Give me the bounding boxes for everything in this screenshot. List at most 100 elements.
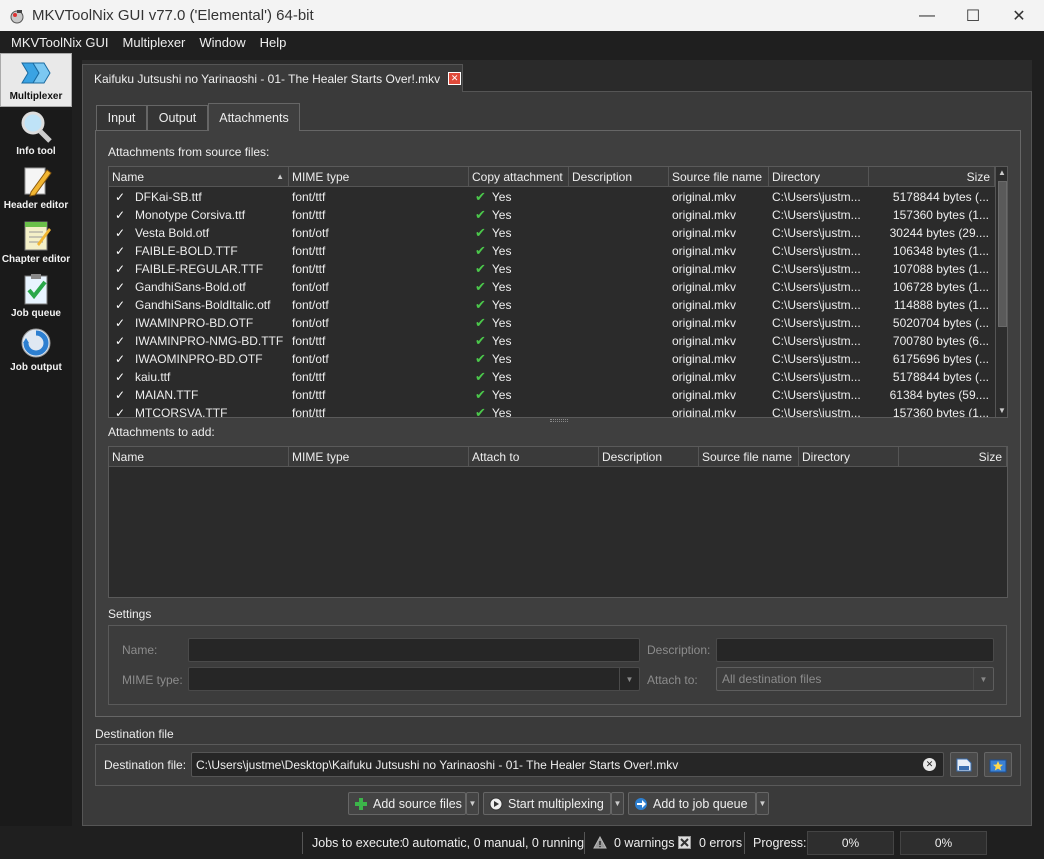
col-header-description[interactable]: Description: [599, 447, 699, 467]
col-header-name[interactable]: Name: [109, 447, 289, 467]
col-header-source[interactable]: Source file name: [669, 167, 769, 187]
previous-destinations-button[interactable]: [984, 752, 1012, 777]
cell-text: original.mkv: [672, 352, 737, 366]
row-checkbox[interactable]: ✓: [115, 350, 128, 368]
clear-icon[interactable]: ✕: [923, 758, 936, 771]
start-dropdown[interactable]: ▼: [611, 792, 624, 815]
row-checkbox[interactable]: ✓: [115, 296, 128, 314]
row-checkbox[interactable]: ✓: [115, 314, 128, 332]
add-source-dropdown[interactable]: ▼: [466, 792, 479, 815]
cell-name: ✓ IWAMINPRO-NMG-BD.TTF: [109, 332, 289, 350]
col-header-copy[interactable]: Copy attachment: [469, 167, 569, 187]
start-multiplexing-button[interactable]: Start multiplexing: [483, 792, 611, 815]
row-checkbox[interactable]: ✓: [115, 260, 128, 278]
row-checkbox[interactable]: ✓: [115, 368, 128, 386]
cell-size: 106348 bytes (1...: [869, 242, 995, 260]
destination-file-input[interactable]: C:\Users\justme\Desktop\Kaifuku Jutsushi…: [191, 752, 944, 777]
vertical-scrollbar[interactable]: ▲ ▼: [995, 167, 1007, 417]
row-checkbox[interactable]: ✓: [115, 188, 128, 206]
row-checkbox[interactable]: ✓: [115, 386, 128, 404]
scroll-down-icon[interactable]: ▼: [996, 405, 1007, 417]
table-row[interactable]: ✓ GandhiSans-BoldItalic.otf font/otf ✔ Yes or…: [109, 296, 995, 314]
col-header-description[interactable]: Description: [569, 167, 669, 187]
errors-count[interactable]: 0 errors: [699, 836, 742, 850]
maximize-icon: ☐: [965, 7, 981, 25]
add-source-files-button[interactable]: Add source files: [348, 792, 466, 815]
sidebar-item-info-tool[interactable]: Info tool: [0, 107, 72, 161]
table-row[interactable]: ✓ MTCORSVA.TTF font/ttf ✔ Yes original.mkv C:\…: [109, 404, 995, 418]
col-header-source[interactable]: Source file name: [699, 447, 799, 467]
row-checkbox[interactable]: ✓: [115, 404, 128, 417]
add-attachments-table[interactable]: Name MIME type Attach to Description Sou…: [108, 446, 1008, 598]
table-row[interactable]: ✓ GandhiSans-Bold.otf font/otf ✔ Yes original…: [109, 278, 995, 296]
col-header-directory[interactable]: Directory: [769, 167, 869, 187]
sidebar-label: Job output: [10, 362, 62, 373]
cell-text: IWAOMINPRO-BD.OTF: [135, 352, 263, 366]
col-header-size[interactable]: Size: [899, 447, 1007, 467]
close-tab-icon[interactable]: ✕: [448, 72, 462, 85]
cell-source: original.mkv: [669, 206, 769, 224]
col-header-mime[interactable]: MIME type: [289, 447, 469, 467]
add-to-job-queue-button[interactable]: Add to job queue: [628, 792, 756, 815]
menu-window[interactable]: Window: [192, 35, 252, 50]
sidebar-item-multiplexer[interactable]: Multiplexer: [0, 53, 72, 107]
menu-multiplexer[interactable]: Multiplexer: [116, 35, 193, 50]
cell-text: original.mkv: [672, 334, 737, 348]
col-header-name[interactable]: Name ▲: [109, 167, 289, 187]
table-row[interactable]: ✓ FAIBLE-BOLD.TTF font/ttf ✔ Yes original.mkv…: [109, 242, 995, 260]
progress-value: 0%: [934, 836, 953, 850]
tab-output[interactable]: Output: [147, 105, 208, 130]
table-row[interactable]: ✓ Monotype Corsiva.ttf font/ttf ✔ Yes origina…: [109, 206, 995, 224]
splitter-handle[interactable]: [550, 419, 568, 422]
scroll-up-icon[interactable]: ▲: [996, 167, 1007, 179]
cell-text: Yes: [491, 226, 512, 240]
minimize-button[interactable]: —: [904, 0, 950, 31]
col-header-directory[interactable]: Directory: [799, 447, 899, 467]
col-header-attach-to[interactable]: Attach to: [469, 447, 599, 467]
tab-attachments[interactable]: Attachments: [208, 103, 300, 131]
name-field[interactable]: [188, 638, 640, 662]
error-icon[interactable]: [678, 836, 691, 849]
col-header-size[interactable]: Size: [869, 167, 995, 187]
cell-mime: font/ttf: [289, 206, 469, 224]
mime-type-combo[interactable]: ▼: [188, 667, 640, 691]
row-checkbox[interactable]: ✓: [115, 332, 128, 350]
table-row[interactable]: ✓ DFKai-SB.ttf font/ttf ✔ Yes original.mkv C:\…: [109, 188, 995, 206]
queue-icon: [633, 796, 649, 812]
description-field[interactable]: [716, 638, 994, 662]
total-progress-bar: 0%: [900, 831, 987, 855]
row-checkbox[interactable]: ✓: [115, 206, 128, 224]
menu-help[interactable]: Help: [253, 35, 294, 50]
attach-to-select[interactable]: All destination files ▼: [716, 667, 994, 691]
col-header-mime[interactable]: MIME type: [289, 167, 469, 187]
browse-destination-button[interactable]: [950, 752, 978, 777]
maximize-button[interactable]: ☐: [950, 0, 996, 31]
table-row[interactable]: ✓ FAIBLE-REGULAR.TTF font/ttf ✔ Yes original.…: [109, 260, 995, 278]
sidebar-item-job-queue[interactable]: Job queue: [0, 269, 72, 323]
table-row[interactable]: ✓ Vesta Bold.otf font/otf ✔ Yes original.mkv C…: [109, 224, 995, 242]
tab-input[interactable]: Input: [96, 105, 147, 130]
table-row[interactable]: ✓ IWAOMINPRO-BD.OTF font/otf ✔ Yes original.m…: [109, 350, 995, 368]
cell-text: original.mkv: [672, 406, 737, 418]
file-tab[interactable]: Kaifuku Jutsushi no Yarinaoshi - 01- The…: [82, 64, 463, 92]
cell-text: 157360 bytes (1...: [892, 208, 989, 222]
sidebar-item-job-output[interactable]: Job output: [0, 323, 72, 377]
warnings-count[interactable]: 0 warnings: [614, 836, 674, 850]
table-row[interactable]: ✓ IWAMINPRO-NMG-BD.TTF font/ttf ✔ Yes origina…: [109, 332, 995, 350]
row-checkbox[interactable]: ✓: [115, 278, 128, 296]
close-window-button[interactable]: ✕: [996, 0, 1042, 31]
table-row[interactable]: ✓ MAIAN.TTF font/ttf ✔ Yes original.mkv C:\Use…: [109, 386, 995, 404]
destination-field-label: Destination file:: [104, 758, 187, 772]
scroll-thumb[interactable]: [998, 181, 1007, 327]
warning-icon[interactable]: [593, 836, 607, 849]
row-checkbox[interactable]: ✓: [115, 224, 128, 242]
table-row[interactable]: ✓ IWAMINPRO-BD.OTF font/otf ✔ Yes original.mk…: [109, 314, 995, 332]
menu-mkvtoolnix[interactable]: MKVToolNix GUI: [4, 35, 116, 50]
cell-text: FAIBLE-BOLD.TTF: [135, 244, 238, 258]
sidebar-item-chapter-editor[interactable]: Chapter editor: [0, 215, 72, 269]
sidebar-item-header-editor[interactable]: Header editor: [0, 161, 72, 215]
row-checkbox[interactable]: ✓: [115, 242, 128, 260]
green-check-icon: ✔: [475, 369, 486, 384]
table-row[interactable]: ✓ kaiu.ttf font/ttf ✔ Yes original.mkv C:\User…: [109, 368, 995, 386]
job-queue-dropdown[interactable]: ▼: [756, 792, 769, 815]
